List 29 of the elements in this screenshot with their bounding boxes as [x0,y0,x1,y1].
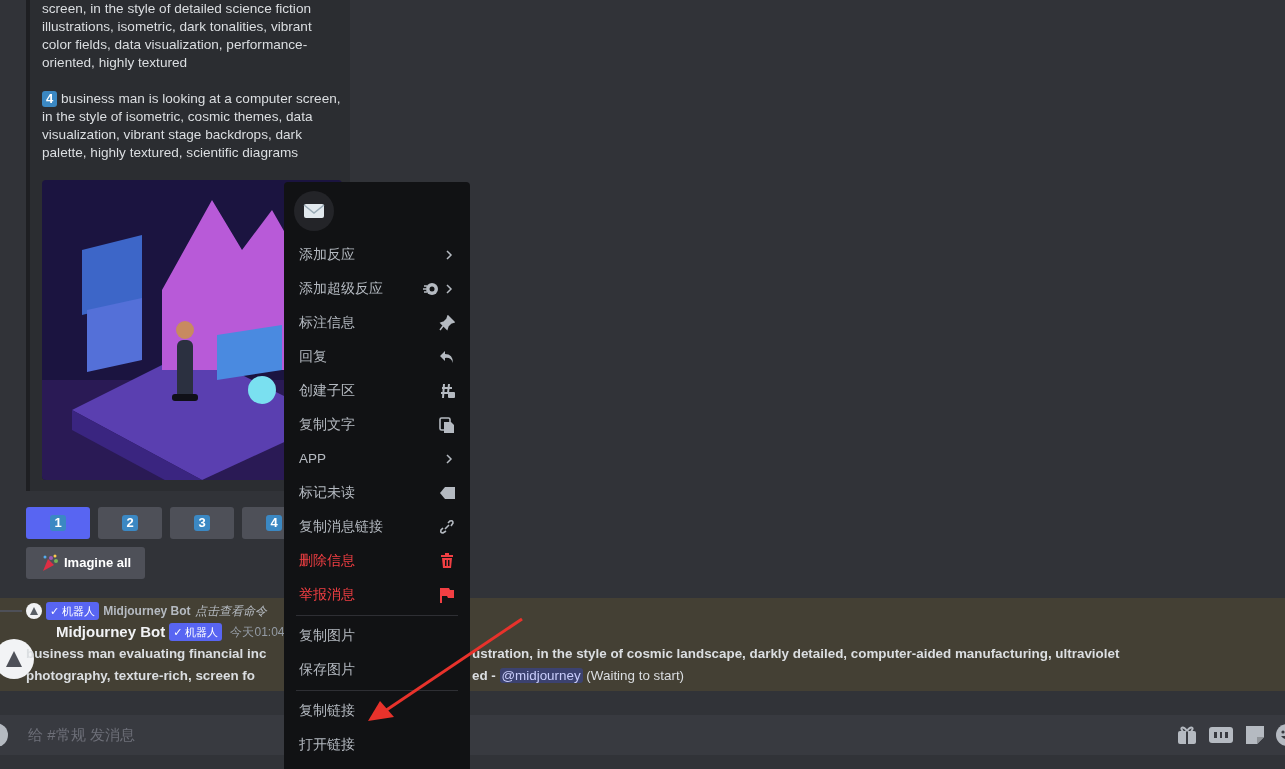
reply-hint[interactable]: 点击查看命令 [194,602,267,620]
bot-badge: ✓ 机器人 [46,601,100,621]
timestamp: 今天01:04 [230,624,285,641]
status-text: (Waiting to start) [586,668,685,683]
reply-author: Midjourney Bot [103,603,191,620]
menu-item[interactable]: 举报消息 [292,578,462,612]
message-text: ustration, in the style of cosmic landscape, darkly detailed, computer-aided manufacturing, ultraviolet [472,646,1120,661]
menu-item[interactable]: 添加超级反应 [292,272,462,306]
menu-item[interactable]: 复制图片 [292,619,462,653]
message-text: ed - [472,668,497,683]
menu-item[interactable]: 创建子区 [292,374,462,408]
menu-item[interactable]: 回复 [292,340,462,374]
author-name[interactable]: Midjourney Bot [56,620,166,644]
prompt-text: screen, in the style of detailed science fiction illustrations, isometric, dark tonalities, vibrant color fields, data visualization, performance-oriented, highly textured [42,0,313,72]
menu-item[interactable]: 添加反应 [292,238,462,272]
menu-item[interactable]: 保存图片 [292,653,462,687]
bot-badge: ✓ 机器人 [169,622,223,642]
variant-button[interactable]: 3 [170,507,234,539]
menu-item[interactable]: 复制文字 [292,408,462,442]
prompt-text: 4 business man is looking at a computer screen, in the style of isometric, cosmic themes, data visualization, vibrant stage backdrops, dark palette, highly textured, scientific diagrams [42,90,342,162]
menu-item[interactable]: 标记未读 [292,476,462,510]
menu-item[interactable]: APP [292,442,462,476]
user-mention[interactable]: @midjourney [499,668,583,683]
menu-item[interactable]: 删除信息 [292,544,462,578]
variant-button[interactable]: 2 [98,507,162,539]
menu-item[interactable]: 标注信息 [292,306,462,340]
variant-button[interactable]: 1 [26,507,90,539]
message-text: photography, texture-rich, screen fo [26,667,256,685]
imagine-all-button[interactable]: Imagine all [26,547,146,579]
